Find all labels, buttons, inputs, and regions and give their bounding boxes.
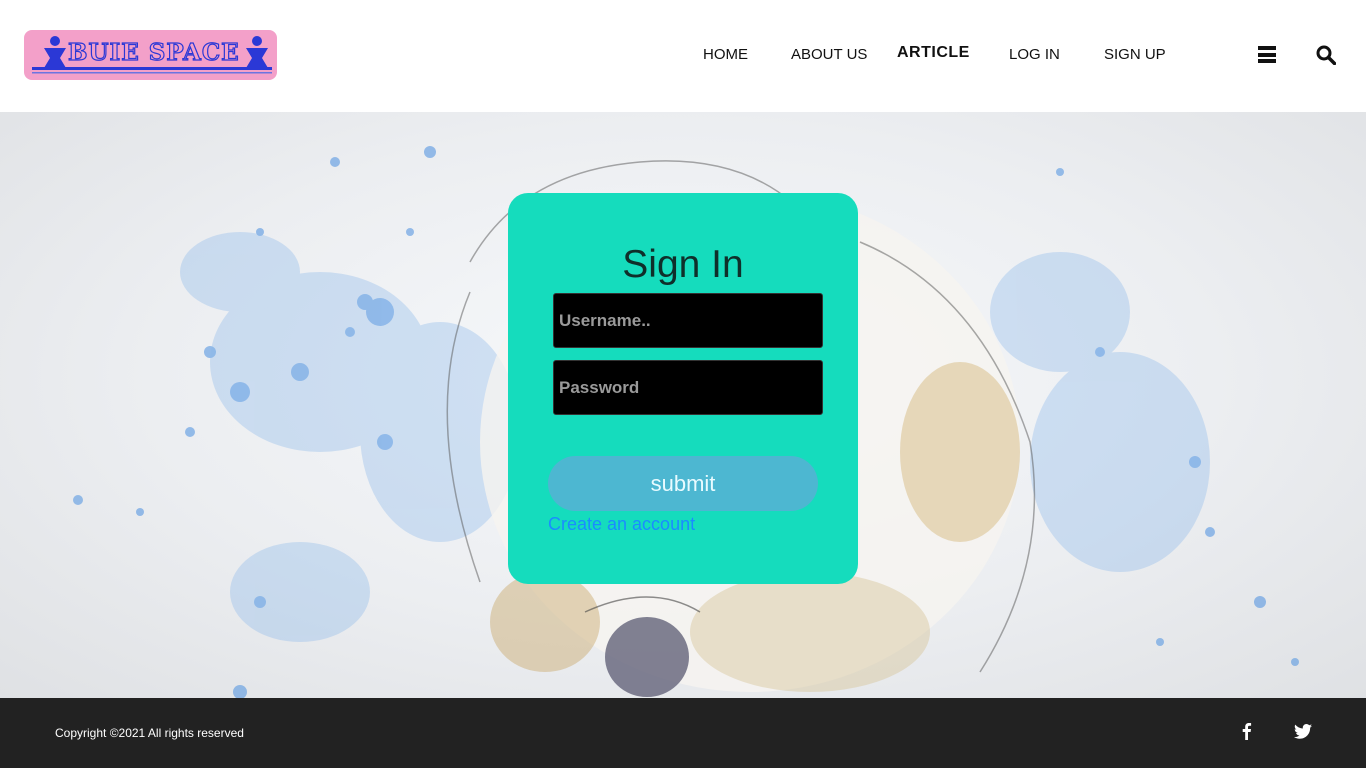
password-input[interactable]: [553, 360, 823, 415]
hamburger-menu-icon[interactable]: [1258, 46, 1276, 63]
nav-article-link[interactable]: ARTICLE: [897, 44, 970, 62]
site-footer: Copyright ©2021 All rights reserved: [0, 698, 1366, 768]
username-input[interactable]: [553, 293, 823, 348]
search-icon[interactable]: [1316, 45, 1337, 66]
site-logo[interactable]: BUIE SPACE: [24, 30, 277, 80]
signin-title: Sign In: [622, 243, 744, 286]
submit-button[interactable]: submit: [548, 456, 818, 511]
nav-signup-link[interactable]: SIGN UP: [1104, 46, 1166, 63]
facebook-icon[interactable]: [1240, 722, 1252, 740]
hero-background: Sign In submit Create an account: [0, 112, 1366, 698]
logo-text: BUIE SPACE: [67, 38, 240, 66]
twitter-icon[interactable]: [1294, 724, 1312, 739]
site-header: BUIE SPACE HOME ABOUT US ARTICLE LOG IN …: [0, 0, 1366, 112]
nav-about-link[interactable]: ABOUT US: [791, 46, 867, 63]
copyright-text: Copyright ©2021 All rights reserved: [55, 726, 244, 740]
signin-card: Sign In submit Create an account: [508, 193, 858, 584]
nav-home-link[interactable]: HOME: [703, 46, 748, 63]
nav-login-link[interactable]: LOG IN: [1009, 46, 1060, 63]
create-account-link[interactable]: Create an account: [548, 514, 695, 535]
